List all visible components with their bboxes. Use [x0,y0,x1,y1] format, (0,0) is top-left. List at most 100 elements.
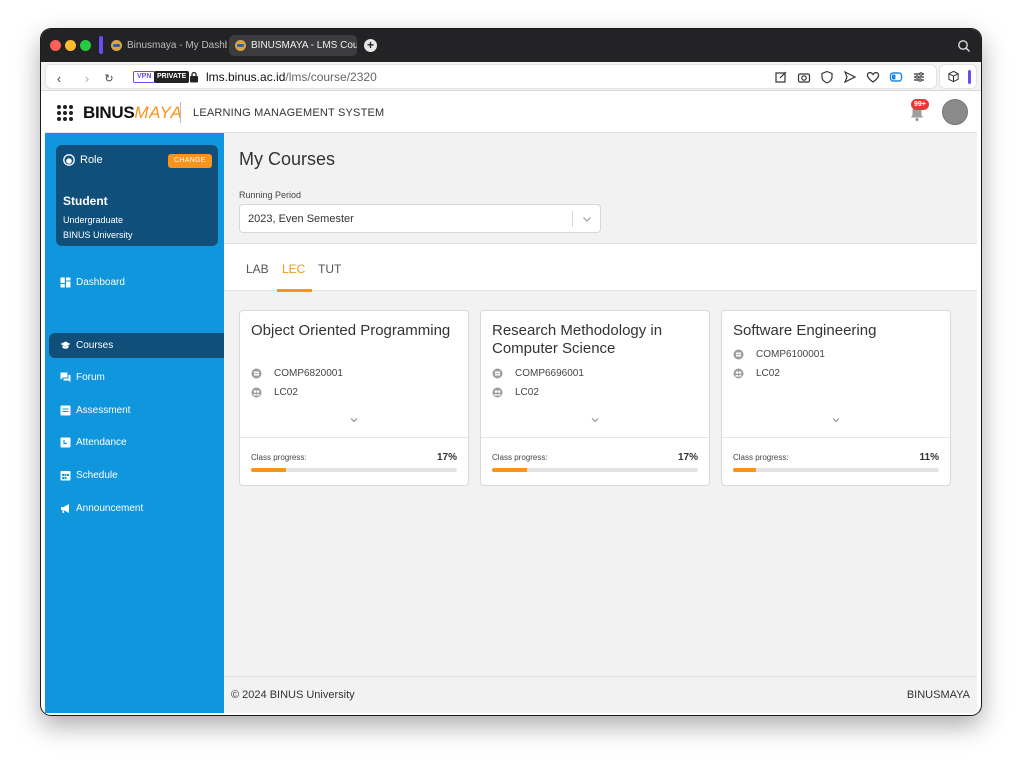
sidebar-item-announcement[interactable]: Announcement [49,496,224,521]
select-divider [572,211,573,227]
binus-favicon-icon [235,40,246,51]
progress-value: 17% [677,452,698,463]
edit-icon[interactable] [774,70,788,84]
tab-lab[interactable]: LAB [246,262,269,276]
search-tabs-icon[interactable] [957,39,971,53]
running-period-label: Running Period [239,190,302,200]
header-divider [180,102,181,123]
vpn-badge[interactable]: VPN [133,71,156,83]
progress-fill [733,468,756,472]
new-tab-button[interactable]: + [364,39,377,52]
chevron-down-icon[interactable] [831,415,841,425]
apps-grid-icon[interactable] [57,105,73,121]
camera-icon[interactable] [797,70,811,84]
course-code: COMP6100001 [756,349,825,360]
tab-tut[interactable]: TUT [318,262,341,276]
profile-color-bar [968,70,971,84]
class-type-tabs: LAB LEC TUT [224,243,977,292]
progress-label: Class progress: [733,453,789,462]
extensions-area[interactable] [939,64,977,89]
close-window-button[interactable] [50,40,61,51]
course-code-row: COMP6696001 [492,368,584,379]
progress-bar [733,468,939,472]
sidebar-item-label: Schedule [76,470,118,481]
sidebar-indicator[interactable] [99,36,103,54]
url-text[interactable]: lms.binus.ac.id/lms/course/2320 [206,70,377,84]
course-title[interactable]: Research Methodology in Computer Science [492,322,697,358]
role-level: Undergraduate [63,215,124,225]
role-org: BINUS University [63,230,133,240]
class-code: LC02 [515,387,539,398]
running-period-select[interactable]: 2023, Even Semester [239,204,601,233]
progress-fill [251,468,287,472]
sidebar-item-dashboard[interactable]: Dashboard [49,270,224,295]
change-role-button[interactable]: CHANGE [168,154,212,168]
progress-value: 17% [436,452,457,463]
tab-lec[interactable]: LEC [282,262,305,276]
tab-strip: Binusmaya - My Dashbo BINUSMAYA - LMS Co… [41,29,981,62]
browser-tab-dashboard[interactable]: Binusmaya - My Dashbo [105,35,227,56]
class-row: LC02 [733,368,780,379]
progress-label: Class progress: [251,453,307,462]
course-code-icon [733,349,744,360]
course-code: COMP6820001 [274,368,343,379]
role-card: Role CHANGE Student Undergraduate BINUS … [56,145,218,246]
course-title[interactable]: Object Oriented Programming [251,322,456,340]
sidebar-item-courses[interactable]: Courses [49,333,224,358]
card-divider [240,437,468,438]
browser-tab-lms[interactable]: BINUSMAYA - LMS Cour [229,35,357,56]
minimize-window-button[interactable] [65,40,76,51]
main-content: My Courses Running Period 2023, Even Sem… [224,133,977,713]
sidebar-item-label: Assessment [76,405,131,416]
calendar-icon [60,471,71,481]
footer-copyright: © 2024 BINUS University [231,689,355,701]
sidebar-item-assessment[interactable]: Assessment [49,398,224,423]
toolbar-icons [774,70,926,84]
send-icon[interactable] [843,70,857,84]
course-card[interactable]: Object Oriented Programming COMP6820001 … [239,310,469,486]
course-code-row: COMP6100001 [733,349,825,360]
progress-bar [251,468,457,472]
chevron-down-icon[interactable] [582,214,592,224]
sidebar-toggle-icon[interactable] [889,70,903,84]
course-card[interactable]: Software Engineering COMP6100001 LC02 Cl… [721,310,951,486]
role-details: Undergraduate BINUS University [63,213,133,243]
shield-icon[interactable] [820,70,834,84]
settings-sliders-icon[interactable] [912,70,926,84]
role-label: Role [80,154,103,166]
footer: © 2024 BINUS University BINUSMAYA [224,676,977,713]
reload-icon[interactable]: ↻ [102,71,116,87]
group-icon [251,387,262,398]
forum-icon [60,372,71,382]
browser-toolbar: ‹ › ↻ VPN PRIVATE lms.binus.ac.id/lms/co… [41,62,981,91]
course-card[interactable]: Research Methodology in Computer Science… [480,310,710,486]
course-code: COMP6696001 [515,368,584,379]
sidebar-item-attendance[interactable]: Attendance [49,430,224,455]
active-tab-indicator [277,289,312,292]
course-code-icon [492,368,503,379]
progress-fill [492,468,528,472]
chevron-down-icon[interactable] [590,415,600,425]
address-bar[interactable]: ‹ › ↻ VPN PRIVATE lms.binus.ac.id/lms/co… [45,64,937,89]
megaphone-icon [61,504,69,513]
group-icon [492,387,503,398]
back-icon[interactable]: ‹ [52,71,66,87]
course-code-row: COMP6820001 [251,368,343,379]
sidebar-item-schedule[interactable]: Schedule [49,463,224,488]
app-header: BINUSMAYA LEARNING MANAGEMENT SYSTEM 99+ [45,92,977,133]
class-code: LC02 [756,368,780,379]
forward-icon[interactable]: › [80,71,94,87]
browser-tab-title: Binusmaya - My Dashbo [127,40,227,51]
dashboard-icon [60,277,71,288]
private-badge: PRIVATE [154,71,190,83]
lock-icon[interactable] [189,71,199,83]
progress-bar [492,468,698,472]
chevron-down-icon[interactable] [349,415,359,425]
binusmaya-logo[interactable]: BINUSMAYA [83,103,182,123]
avatar[interactable] [942,99,968,125]
sidebar-item-forum[interactable]: Forum [49,365,224,390]
maximize-window-button[interactable] [80,40,91,51]
course-title[interactable]: Software Engineering [733,322,938,340]
cube-icon[interactable] [947,70,960,83]
heart-icon[interactable] [866,70,880,84]
